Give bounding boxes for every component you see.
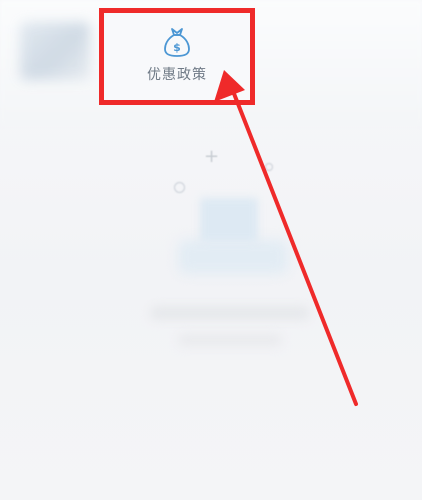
blurred-illustration-base xyxy=(178,240,288,274)
app-screen: + $ 优惠政策 xyxy=(0,0,422,500)
blurred-text-line xyxy=(178,334,282,346)
discount-policy-label: 优惠政策 xyxy=(147,66,207,83)
decorative-dot-icon xyxy=(265,163,273,171)
blurred-logo xyxy=(20,22,90,80)
decorative-dot-icon xyxy=(174,182,185,193)
svg-text:$: $ xyxy=(173,41,181,54)
blurred-illustration-screen xyxy=(200,198,258,242)
money-bag-icon: $ xyxy=(164,27,190,57)
plus-icon: + xyxy=(204,146,220,167)
discount-policy-button[interactable]: $ 优惠政策 xyxy=(99,8,255,105)
blurred-text-line xyxy=(150,306,310,320)
